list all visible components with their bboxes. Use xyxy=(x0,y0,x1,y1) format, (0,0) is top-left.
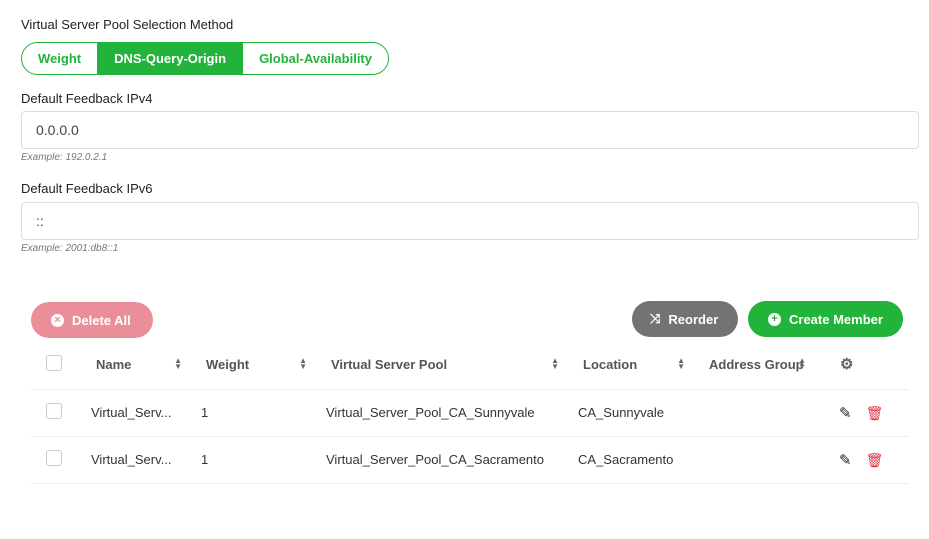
cell-location: CA_Sunnyvale xyxy=(573,389,699,437)
ipv6-input[interactable]: :: xyxy=(21,202,919,240)
column-virtual-server-pool[interactable]: Virtual Server Pool ▲ ▼ xyxy=(321,340,573,390)
sort-icon[interactable]: ▲ ▼ xyxy=(174,357,182,371)
plus-circle-icon: + xyxy=(768,312,781,326)
reorder-button[interactable]: ⤨ Reorder xyxy=(632,301,739,337)
table-row: Virtual_Serv... 1 Virtual_Server_Pool_CA… xyxy=(31,436,909,484)
column-name[interactable]: Name ▲ ▼ xyxy=(86,340,196,390)
header-label: Virtual Server Pool xyxy=(331,356,448,372)
delete-all-button[interactable]: × Delete All xyxy=(31,302,153,338)
ipv4-hint: Example: 192.0.2.1 xyxy=(21,152,108,163)
cell-location: CA_Sacramento xyxy=(573,436,699,484)
header-label: Location xyxy=(583,356,638,372)
sort-icon[interactable]: ▲ ▼ xyxy=(299,357,307,371)
cell-name[interactable]: Virtual_Serv... xyxy=(86,389,196,437)
cell-pool: Virtual_Server_Pool_CA_Sacramento xyxy=(321,436,573,484)
members-table: Name ▲ ▼ Weight ▲ ▼ Virtual Server Pool ▲ ▼ Lo… xyxy=(31,340,909,484)
column-location[interactable]: Location ▲ ▼ xyxy=(573,340,699,390)
gear-icon[interactable]: ⚙ xyxy=(840,356,853,373)
trash-icon[interactable]: 🗑 xyxy=(866,452,884,468)
pencil-icon[interactable]: ✎ xyxy=(839,405,852,422)
reorder-label: Reorder xyxy=(668,311,719,327)
cell-pool: Virtual_Server_Pool_CA_Sunnyvale xyxy=(321,389,573,437)
header-label: Address Group xyxy=(709,356,804,372)
cell-name[interactable]: Virtual_Serv... xyxy=(86,436,196,484)
cell-address-group xyxy=(699,389,830,437)
sort-icon[interactable]: ▲ ▼ xyxy=(551,357,559,371)
shuffle-icon: ⤨ xyxy=(650,311,661,326)
pencil-icon[interactable]: ✎ xyxy=(839,452,852,469)
sort-icon[interactable]: ▲ ▼ xyxy=(677,357,685,371)
ipv6-hint: Example: 2001:db8::1 xyxy=(21,243,119,254)
option-dns-query-origin[interactable]: DNS-Query-Origin xyxy=(97,43,244,74)
row-checkbox[interactable] xyxy=(46,450,62,466)
create-member-button[interactable]: + Create Member xyxy=(748,301,903,337)
cell-weight: 1 xyxy=(196,436,321,484)
column-weight[interactable]: Weight ▲ ▼ xyxy=(196,340,321,390)
selection-method-label: Virtual Server Pool Selection Method xyxy=(21,17,234,32)
column-address-group[interactable]: Address Group ▲ ▼ xyxy=(699,340,830,390)
option-weight[interactable]: Weight xyxy=(22,43,97,74)
option-global-availability[interactable]: Global-Availability xyxy=(243,43,388,74)
close-circle-icon: × xyxy=(51,313,64,327)
ipv6-label: Default Feedback IPv6 xyxy=(21,181,153,196)
table-row: Virtual_Serv... 1 Virtual_Server_Pool_CA… xyxy=(31,389,909,437)
ipv4-label: Default Feedback IPv4 xyxy=(21,91,153,106)
row-checkbox[interactable] xyxy=(46,403,62,419)
ipv4-input[interactable]: 0.0.0.0 xyxy=(21,111,919,149)
trash-icon[interactable]: 🗑 xyxy=(866,405,884,421)
cell-address-group xyxy=(699,436,830,484)
sort-icon[interactable]: ▲ ▼ xyxy=(798,357,806,371)
cell-weight: 1 xyxy=(196,389,321,437)
select-all-checkbox[interactable] xyxy=(46,354,62,371)
create-member-label: Create Member xyxy=(789,311,883,327)
selection-method-toggle: Weight DNS-Query-Origin Global-Availabil… xyxy=(21,42,389,75)
header-label: Name xyxy=(96,356,132,372)
delete-all-label: Delete All xyxy=(72,312,131,328)
header-label: Weight xyxy=(206,356,250,372)
